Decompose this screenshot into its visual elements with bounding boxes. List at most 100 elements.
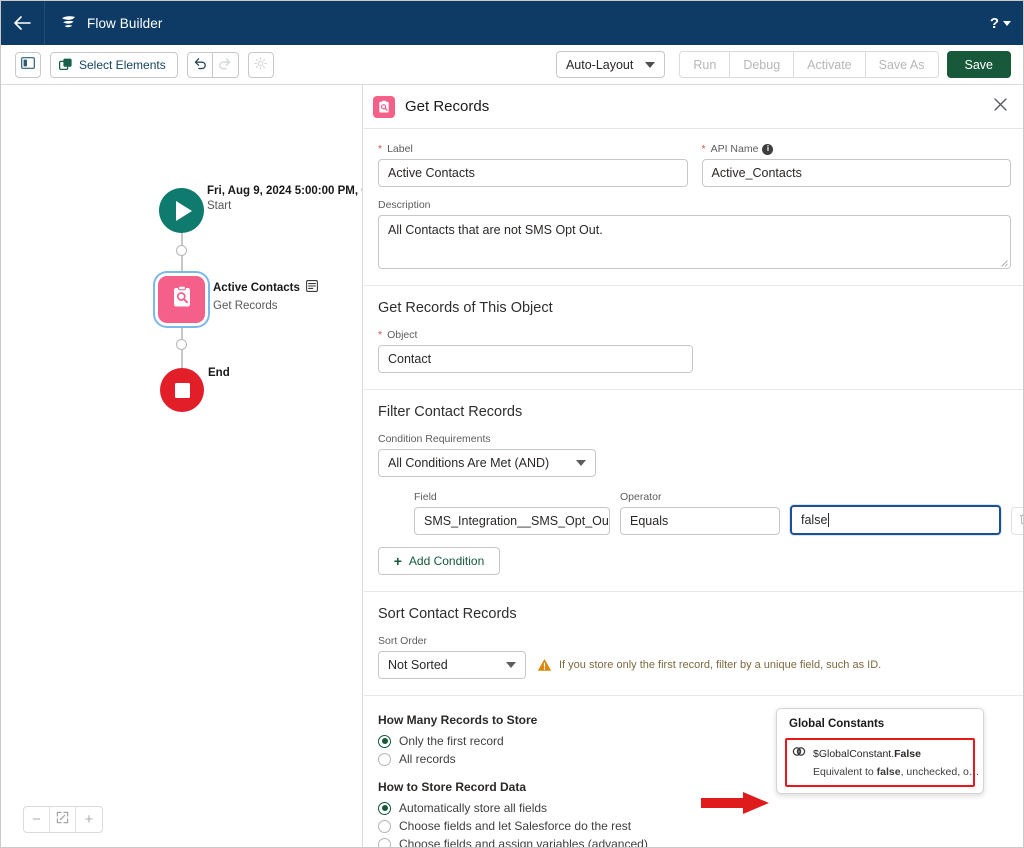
back-button[interactable] <box>1 1 45 45</box>
condition-requirements-select[interactable]: All Conditions Are Met (AND) <box>378 449 596 477</box>
radio-label: All records <box>399 752 456 766</box>
run-label: Run <box>693 57 717 72</box>
condition-operator-input[interactable]: Equals <box>620 507 780 535</box>
get-records-node-subtitle: Get Records <box>213 300 278 312</box>
label-input[interactable]: Active Contacts <box>378 159 688 187</box>
api-name-field-group: * API Name i Active_Contacts <box>701 143 1011 187</box>
flow-builder-logo-icon <box>60 14 78 32</box>
description-textarea[interactable]: All Contacts that are not SMS Opt Out. <box>378 215 1011 269</box>
condition-requirements-value: All Conditions Are Met (AND) <box>388 456 550 470</box>
stop-square-icon <box>174 382 190 398</box>
global-constant-name: $GlobalConstant.False <box>813 748 921 760</box>
warning-triangle-icon <box>537 658 552 672</box>
trash-icon <box>1019 512 1023 530</box>
radio-label: Only the first record <box>399 734 504 748</box>
object-label-text: Object <box>387 329 418 341</box>
select-elements-button[interactable]: Select Elements <box>50 51 178 78</box>
app-title: Flow Builder <box>87 15 163 31</box>
close-panel-button[interactable] <box>989 96 1011 118</box>
info-icon[interactable]: i <box>762 143 774 155</box>
get-records-icon <box>373 95 395 118</box>
condition-field-value: SMS_Integration__SMS_Opt_Out_‹ <box>424 514 610 528</box>
condition-requirements-label: Condition Requirements <box>378 433 596 445</box>
zoom-to-fit-button[interactable] <box>50 807 76 832</box>
radio-choose-fields-advanced[interactable]: Choose fields and assign variables (adva… <box>378 837 1011 848</box>
global-constants-heading: Global Constants <box>789 718 885 730</box>
chevron-down-icon <box>576 460 586 466</box>
panel-toggle-button[interactable] <box>15 51 41 78</box>
api-name-input[interactable]: Active_Contacts <box>701 159 1011 187</box>
undo-icon <box>193 57 207 73</box>
global-constant-prefix: $GlobalConstant. <box>813 748 895 760</box>
chevron-down-icon <box>645 61 656 68</box>
flow-node-stack: Fri, Aug 9, 2024 5:00:00 PM, C Start Act… <box>1 85 362 847</box>
get-records-node[interactable] <box>158 276 205 323</box>
start-node-icon[interactable] <box>159 188 204 233</box>
condition-operator-label: Operator <box>620 491 780 503</box>
label-input-value: Active Contacts <box>388 166 475 180</box>
radio-indicator <box>378 752 391 766</box>
undo-button[interactable] <box>186 51 213 78</box>
flow-canvas[interactable]: Fri, Aug 9, 2024 5:00:00 PM, C Start Act… <box>1 85 363 847</box>
get-records-property-panel: Get Records * Label Active Contacts * AP… <box>364 85 1023 848</box>
radio-indicator <box>378 837 391 847</box>
get-records-node-labels: Active Contacts Get Records <box>213 279 318 312</box>
description-field-label: Description <box>378 199 1011 211</box>
add-condition-button[interactable]: + Add Condition <box>378 547 500 575</box>
object-section: Get Records of This Object * Object Cont… <box>364 286 1023 390</box>
layout-mode-select[interactable]: Auto-Layout <box>555 51 666 78</box>
global-constant-description: Equivalent to false, unchecked, o… <box>813 766 979 778</box>
resize-grip-icon[interactable] <box>999 258 1008 267</box>
global-constant-false-item[interactable]: $GlobalConstant.False Equivalent to fals… <box>785 738 979 787</box>
text-cursor <box>828 513 830 527</box>
help-button[interactable]: ? <box>990 16 999 31</box>
object-field-group: * Object Contact <box>378 329 693 373</box>
sort-warning-text: If you store only the first record, filt… <box>559 659 882 671</box>
sort-order-select[interactable]: Not Sorted <box>378 651 526 679</box>
select-elements-label: Select Elements <box>79 57 166 72</box>
zoom-in-button[interactable]: + <box>76 807 102 832</box>
activate-label: Activate <box>807 57 852 72</box>
object-input[interactable]: Contact <box>378 345 693 373</box>
connector-add-dot[interactable] <box>176 245 187 256</box>
condition-value-text: false <box>801 513 828 527</box>
radio-label: Choose fields and assign variables (adva… <box>399 837 648 848</box>
add-condition-label: Add Condition <box>408 554 485 568</box>
label-field-label: * Label <box>378 143 688 155</box>
condition-row: Field SMS_Integration__SMS_Opt_Out_‹ Ope… <box>378 491 1023 535</box>
sort-order-label-text: Sort Order <box>378 635 428 647</box>
radio-label: Choose fields and let Salesforce do the … <box>399 819 632 833</box>
merge-field-icon <box>792 747 806 756</box>
flow-builder-app: Flow Builder ? Select Elements Auto-Layo… <box>0 0 1024 848</box>
save-button[interactable]: Save <box>946 51 1011 78</box>
red-pointer-arrow <box>701 791 771 815</box>
select-elements-icon <box>58 58 73 72</box>
redo-button <box>212 51 239 78</box>
zoom-out-button[interactable]: − <box>24 807 50 832</box>
description-value: All Contacts that are not SMS Opt Out. <box>388 223 603 237</box>
debug-label: Debug <box>743 57 781 72</box>
condition-value-input[interactable]: false <box>790 505 1001 535</box>
connector-add-dot-2[interactable] <box>176 339 187 350</box>
delete-condition-button[interactable] <box>1011 507 1023 535</box>
chevron-down-icon[interactable] <box>1003 20 1011 26</box>
end-node-title: End <box>208 367 230 379</box>
arrow-left-icon <box>14 16 31 30</box>
radio-automatically-store[interactable]: Automatically store all fields <box>378 801 1011 815</box>
radio-indicator <box>378 801 391 815</box>
global-constant-bold: False <box>894 748 921 760</box>
list-detail-icon <box>305 279 318 297</box>
global-constant-desc-post: , unchecked, o… <box>900 766 980 778</box>
description-text: Description <box>378 199 431 211</box>
history-group <box>186 51 239 78</box>
flow-actions-group: Run Debug Activate Save As Save <box>679 51 1011 78</box>
condition-requirements-group: Condition Requirements All Conditions Ar… <box>378 433 596 477</box>
condition-field-input[interactable]: SMS_Integration__SMS_Opt_Out_‹ <box>414 507 610 535</box>
settings-button[interactable] <box>247 51 274 78</box>
plus-icon: + <box>393 553 402 569</box>
end-node[interactable] <box>160 368 204 412</box>
global-header: Flow Builder ? <box>1 1 1023 45</box>
description-field-group: Description All Contacts that are not SM… <box>378 199 1011 269</box>
basic-info-section: * Label Active Contacts * API Name i Act… <box>364 129 1023 286</box>
radio-choose-fields-salesforce[interactable]: Choose fields and let Salesforce do the … <box>378 819 1011 833</box>
